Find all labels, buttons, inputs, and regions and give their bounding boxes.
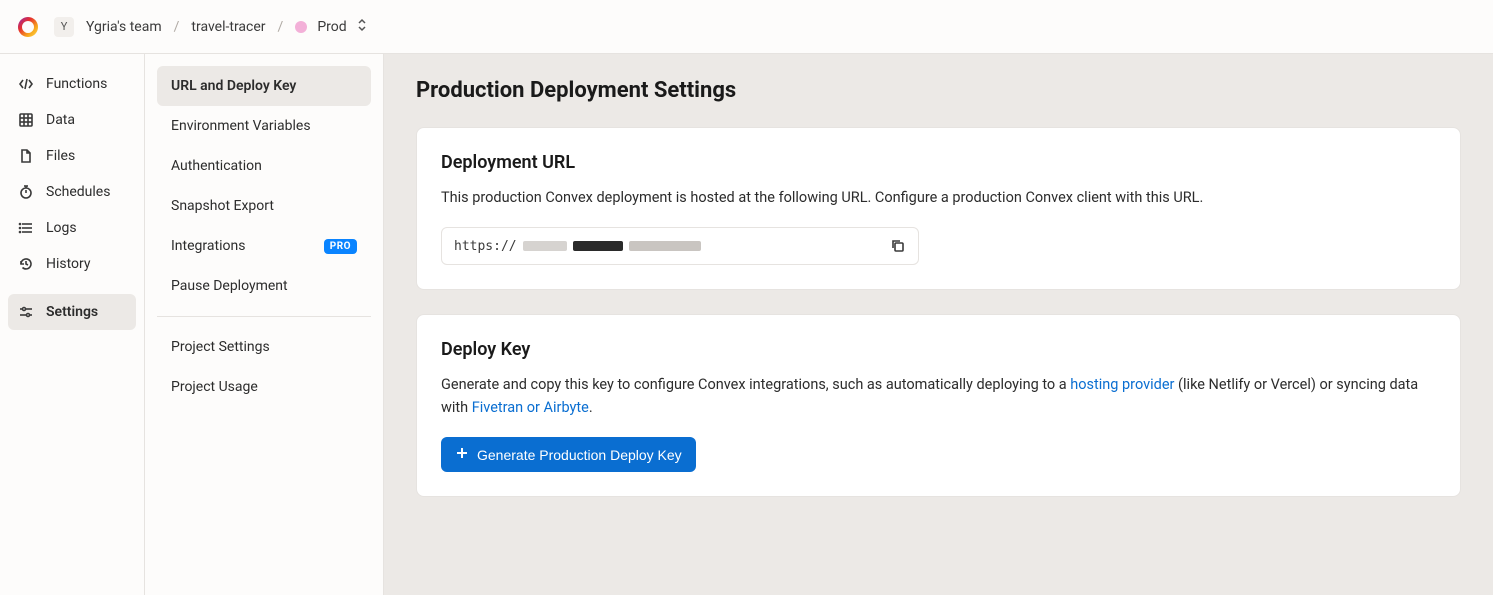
plus-icon [455,446,469,463]
content-area: Production Deployment Settings Deploymen… [384,54,1493,595]
nav-label: History [46,256,91,272]
nav-schedules[interactable]: Schedules [8,174,136,210]
subnav-divider [157,316,371,317]
team-avatar[interactable]: Y [54,17,74,37]
subnav-label: Pause Deployment [171,278,288,294]
primary-sidebar: Functions Data Files Schedules Logs Hist… [0,54,144,595]
chevron-up-down-icon [357,18,367,36]
breadcrumb-separator: / [278,19,284,35]
pro-badge: PRO [324,239,357,254]
secondary-sidebar: URL and Deploy Key Environment Variables… [144,54,384,595]
main-layout: Functions Data Files Schedules Logs Hist… [0,54,1493,595]
nav-settings[interactable]: Settings [8,294,136,330]
subnav-snapshot-export[interactable]: Snapshot Export [157,186,371,226]
subnav-label: Integrations [171,238,245,254]
history-icon [18,256,34,272]
card-heading: Deploy Key [441,339,1436,360]
url-row: https:// [441,227,1436,265]
code-icon [18,76,34,92]
copy-icon[interactable] [890,238,906,254]
card-description: This production Convex deployment is hos… [441,187,1436,209]
breadcrumb-env[interactable]: Prod [295,18,366,36]
deployment-url-card: Deployment URL This production Convex de… [416,127,1461,290]
nav-label: Data [46,112,75,128]
hosting-provider-link[interactable]: hosting provider [1070,376,1174,393]
subnav-project-settings[interactable]: Project Settings [157,327,371,367]
page-title: Production Deployment Settings [416,78,1461,103]
subnav-env-vars[interactable]: Environment Variables [157,106,371,146]
subnav-project-usage[interactable]: Project Usage [157,367,371,407]
desc-text: . [589,399,593,416]
nav-history[interactable]: History [8,246,136,282]
url-redacted-segment [573,241,623,251]
subnav-label: Authentication [171,158,262,174]
nav-functions[interactable]: Functions [8,66,136,102]
top-bar: Y Ygria's team / travel-tracer / Prod [0,0,1493,54]
subnav-integrations[interactable]: Integrations PRO [157,226,371,266]
convex-logo[interactable] [16,15,40,39]
breadcrumb: Y Ygria's team / travel-tracer / Prod [54,17,367,37]
env-dot-icon [295,21,307,33]
stopwatch-icon [18,184,34,200]
card-description: Generate and copy this key to configure … [441,374,1436,419]
subnav-authentication[interactable]: Authentication [157,146,371,186]
deploy-key-card: Deploy Key Generate and copy this key to… [416,314,1461,497]
env-label: Prod [317,19,346,35]
desc-text: Generate and copy this key to configure … [441,376,1070,393]
list-icon [18,220,34,236]
nav-label: Settings [46,304,98,320]
file-icon [18,148,34,164]
url-prefix: https:// [454,239,517,254]
breadcrumb-project[interactable]: travel-tracer [191,19,265,35]
subnav-label: Snapshot Export [171,198,274,214]
nav-label: Files [46,148,75,164]
subnav-label: URL and Deploy Key [171,78,296,94]
subnav-label: Project Usage [171,379,258,395]
url-redacted-segment [523,241,567,251]
nav-logs[interactable]: Logs [8,210,136,246]
subnav-url-deploy-key[interactable]: URL and Deploy Key [157,66,371,106]
generate-deploy-key-button[interactable]: Generate Production Deploy Key [441,437,696,472]
subnav-pause-deployment[interactable]: Pause Deployment [157,266,371,306]
url-redacted-segment [629,241,701,251]
breadcrumb-team[interactable]: Ygria's team [86,19,162,35]
nav-data[interactable]: Data [8,102,136,138]
table-icon [18,112,34,128]
nav-label: Functions [46,76,107,92]
nav-files[interactable]: Files [8,138,136,174]
sliders-icon [18,304,34,320]
breadcrumb-separator: / [174,19,180,35]
deployment-url-box[interactable]: https:// [441,227,919,265]
subnav-label: Environment Variables [171,118,311,134]
button-label: Generate Production Deploy Key [477,447,682,463]
fivetran-airbyte-link[interactable]: Fivetran or Airbyte [472,399,589,416]
nav-label: Logs [46,220,77,236]
subnav-label: Project Settings [171,339,270,355]
card-heading: Deployment URL [441,152,1436,173]
nav-label: Schedules [46,184,110,200]
